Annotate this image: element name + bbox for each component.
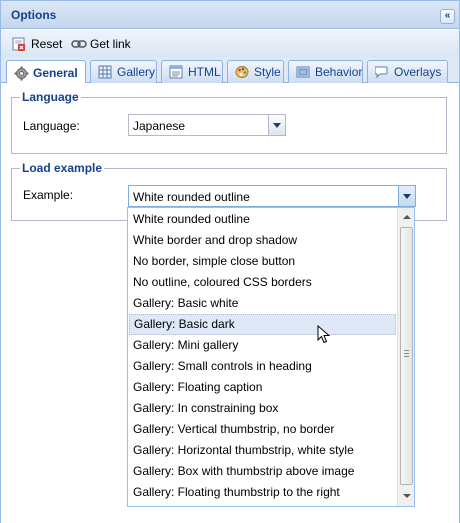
panel-header: Options « (1, 1, 459, 29)
dropdown-option[interactable]: Gallery: Horizontal thumbstrip, white st… (129, 440, 396, 461)
tab-html[interactable]: HTML (161, 60, 223, 83)
example-label: Example: (23, 188, 74, 202)
dropdown-option[interactable]: Gallery: Floating caption (129, 377, 396, 398)
tab-strip: General Gallery HTML Style Behavior Over… (1, 57, 459, 84)
scrollbar-thumb[interactable] (400, 227, 413, 485)
example-legend: Load example (20, 161, 105, 175)
language-value: Japanese (133, 119, 186, 133)
dropdown-option-hovered[interactable]: Gallery: Basic dark (129, 314, 396, 335)
tab-general[interactable]: General (6, 60, 86, 84)
reset-button[interactable]: Reset (12, 37, 62, 51)
dropdown-option[interactable]: Gallery: Small controls in heading (129, 356, 396, 377)
tab-style-label: Style (254, 65, 281, 79)
get-link-label: Get link (90, 37, 131, 51)
options-panel: Options « Reset Get link General Gallery… (0, 0, 460, 523)
tab-overlays-label: Overlays (394, 65, 442, 79)
dropdown-option[interactable]: Gallery: Box with thumbstrip above image (129, 461, 396, 482)
tab-style[interactable]: Style (227, 60, 284, 83)
dropdown-option[interactable]: Gallery: Vertical thumbstrip, no border (129, 419, 396, 440)
reset-icon (12, 37, 26, 51)
grip-line (404, 353, 409, 354)
example-dropdown-list: White rounded outline White border and d… (127, 207, 415, 507)
overlays-icon (374, 65, 389, 79)
toolbar: Reset Get link (1, 30, 459, 57)
tab-html-label: HTML (188, 65, 221, 79)
language-fieldset: Language Language: Japanese (11, 90, 447, 154)
scroll-up-icon[interactable] (400, 211, 413, 224)
language-label: Language: (23, 119, 80, 133)
behavior-icon (296, 65, 310, 79)
tab-overlays[interactable]: Overlays (367, 60, 448, 83)
dropdown-option[interactable]: No outline, coloured CSS borders (129, 272, 396, 293)
tab-behavior[interactable]: Behavior (288, 60, 363, 83)
tab-general-label: General (33, 65, 78, 80)
palette-icon (235, 65, 249, 79)
example-select[interactable]: White rounded outline (128, 185, 416, 207)
scroll-down-icon[interactable] (400, 490, 413, 503)
collapse-icon[interactable]: « (440, 9, 455, 24)
tab-gallery[interactable]: Gallery (90, 60, 157, 83)
language-legend: Language (20, 90, 81, 104)
dropdown-option[interactable]: Gallery: Mini gallery (129, 335, 396, 356)
tab-gallery-label: Gallery (117, 65, 156, 79)
grip-line (404, 350, 409, 351)
dropdown-option[interactable]: Gallery: Basic white (129, 293, 396, 314)
grid-icon (98, 65, 112, 79)
language-select[interactable]: Japanese (128, 114, 286, 136)
example-value: White rounded outline (133, 190, 250, 204)
tab-behavior-label: Behavior (315, 65, 363, 79)
link-icon (71, 37, 87, 51)
dropdown-option[interactable]: White border and drop shadow (129, 230, 396, 251)
get-link-button[interactable]: Get link (71, 37, 131, 51)
dropdown-option[interactable]: Gallery: Floating thumbstrip to the righ… (129, 482, 396, 503)
dropdown-option[interactable]: Gallery: In constraining box (129, 398, 396, 419)
dropdown-option[interactable]: White rounded outline (129, 209, 396, 230)
gear-icon (14, 66, 29, 80)
grip-line (404, 356, 409, 357)
html-icon (169, 65, 183, 79)
panel-title: Options (11, 8, 57, 22)
reset-label: Reset (31, 37, 63, 51)
dropdown-option[interactable]: No border, simple close button (129, 251, 396, 272)
chevron-down-icon[interactable] (268, 115, 285, 135)
chevron-down-icon[interactable] (398, 186, 415, 206)
mouse-pointer-icon (317, 325, 331, 344)
dropdown-scrollbar[interactable] (397, 208, 414, 506)
